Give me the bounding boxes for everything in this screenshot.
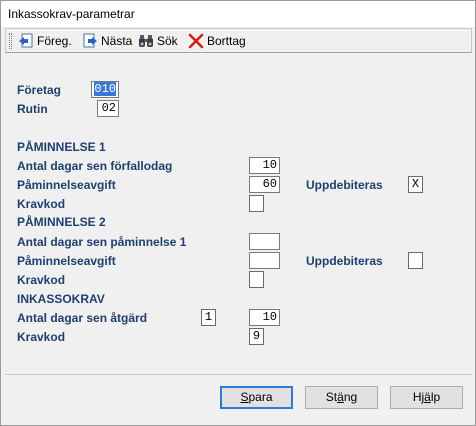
pam2-kravkod-field[interactable] <box>249 271 264 288</box>
prev-label: Föreg. <box>37 34 72 48</box>
delete-label: Borttag <box>207 34 246 48</box>
pam2-antal-label: Antal dagar sen påminnelse 1 <box>17 235 187 249</box>
pam2-uppdeb-label: Uppdebiteras <box>306 254 383 268</box>
inkasso-kravkod-label: Kravkod <box>17 330 66 344</box>
toolbar: Föreg. Nästa Sök Borttag <box>5 28 472 53</box>
delete-button[interactable]: Borttag <box>188 32 246 50</box>
pam1-avgift-label: Påminnelseavgift <box>17 178 116 192</box>
inkasso-antal-field[interactable]: 10 <box>249 309 280 326</box>
pam1-uppdeb-checkbox[interactable]: X <box>408 176 423 193</box>
pam1-antal-field[interactable]: 10 <box>249 157 280 174</box>
pam1-antal-label: Antal dagar sen förfallodag <box>17 159 173 173</box>
inkasso-header: INKASSOKRAV <box>17 292 105 306</box>
foretag-label: Företag <box>17 83 62 97</box>
next-label: Nästa <box>101 34 133 48</box>
binoculars-icon <box>138 33 154 49</box>
inkasso-atgard-field[interactable]: 1 <box>201 309 216 326</box>
footer-separator <box>5 374 472 375</box>
title-bar: Inkassokrav-parametrar <box>1 1 475 27</box>
pam2-antal-field[interactable] <box>249 233 280 250</box>
toolbar-grip[interactable] <box>9 33 12 49</box>
pam2-header: PÅMINNELSE 2 <box>17 215 106 229</box>
pam2-avgift-label: Påminnelseavgift <box>17 254 116 268</box>
prev-record-icon <box>18 33 34 49</box>
pam1-uppdeb-label: Uppdebiteras <box>306 178 383 192</box>
rutin-field[interactable]: 02 <box>97 100 119 117</box>
inkasso-antal-label: Antal dagar sen åtgärd <box>17 311 148 325</box>
close-button[interactable]: Stäng <box>305 386 378 409</box>
next-record-icon <box>82 33 98 49</box>
foretag-field[interactable]: 010 <box>91 81 119 98</box>
help-button[interactable]: Hjälp <box>390 386 463 409</box>
pam2-uppdeb-checkbox[interactable] <box>408 252 423 269</box>
pam2-avgift-field[interactable] <box>249 252 280 269</box>
window-title: Inkassokrav-parametrar <box>8 7 135 21</box>
rutin-label: Rutin <box>17 102 48 116</box>
inkasso-kravkod-field[interactable]: 9 <box>249 328 264 345</box>
search-button[interactable]: Sök <box>138 32 178 50</box>
pam1-kravkod-field[interactable] <box>249 195 264 212</box>
next-button[interactable]: Nästa <box>82 32 132 50</box>
pam1-header: PÅMINNELSE 1 <box>17 140 106 154</box>
pam1-avgift-field[interactable]: 60 <box>249 176 280 193</box>
prev-button[interactable]: Föreg. <box>18 32 72 50</box>
search-label: Sök <box>157 34 178 48</box>
pam1-kravkod-label: Kravkod <box>17 197 66 211</box>
red-x-icon <box>188 33 204 49</box>
save-button[interactable]: Spara <box>220 386 293 409</box>
pam2-kravkod-label: Kravkod <box>17 273 66 287</box>
main-window: Inkassokrav-parametrar Föreg. Nästa Sök … <box>0 0 476 426</box>
